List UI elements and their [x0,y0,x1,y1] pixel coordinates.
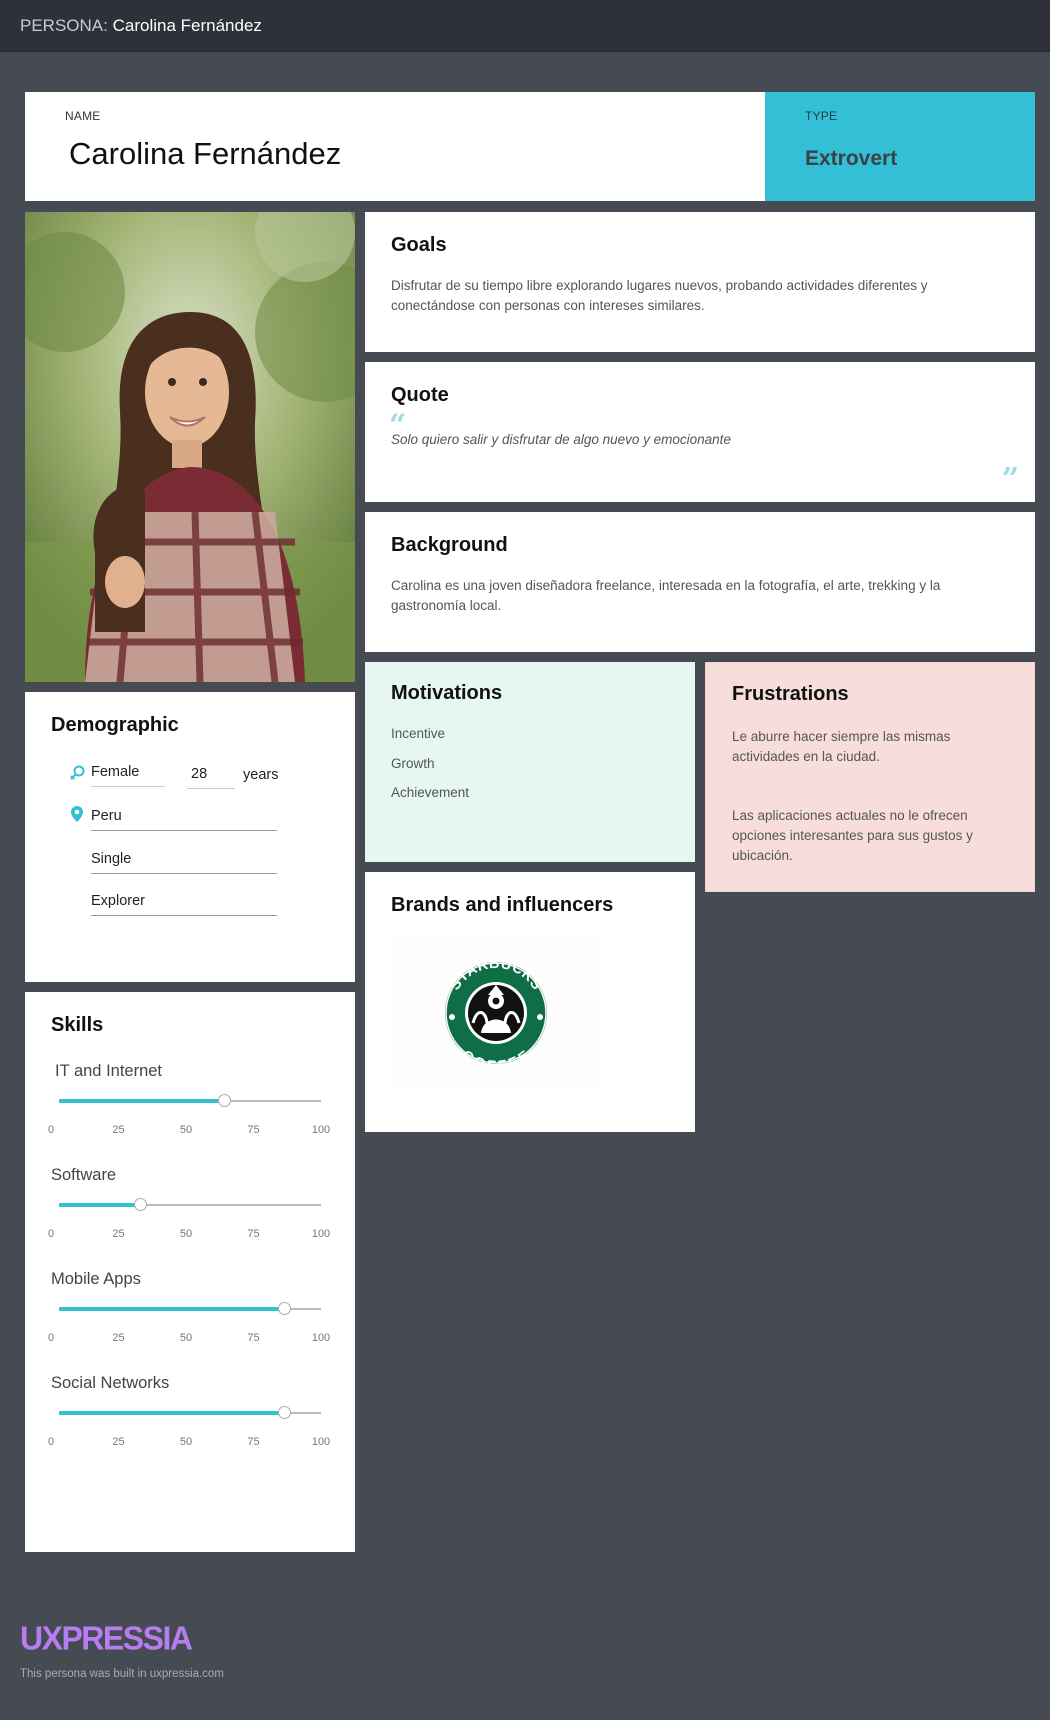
top-bar: PERSONA: Carolina Fernández [0,0,1050,52]
frustration-item[interactable]: Las aplicaciones actuales no le ofrecen … [732,806,1012,866]
tick-label: 25 [112,1332,125,1344]
skill-name: IT and Internet [55,1062,163,1080]
tick-label: 50 [179,1124,193,1136]
tick-label: 50 [179,1332,193,1344]
brands-card: Brands and influencers STARBUCKS COFFEE [365,872,695,1132]
age-unit-label: years [243,767,279,783]
tick-label: 0 [47,1332,55,1344]
slider-fill [59,1099,225,1103]
skill-name: Social Networks [51,1374,170,1392]
background-card: Background Carolina es una joven diseñad… [365,512,1035,652]
motivations-title: Motivations [391,682,503,704]
persona-photo-image [25,212,355,682]
tick-label: 75 [247,1436,260,1448]
starbucks-logo[interactable]: STARBUCKS COFFEE [391,937,601,1087]
persona-title: PERSONA: Carolina Fernández [20,16,262,36]
demographic-card: Demographic Female 28 years Peru Single … [25,692,355,982]
tick-label: 0 [47,1228,55,1240]
background-text[interactable]: Carolina es una joven diseñadora freelan… [391,576,1001,616]
slider-thumb[interactable] [278,1406,292,1419]
name-card: NAME Carolina Fernández [25,92,765,201]
tick-label: 50 [179,1228,193,1240]
quote-text[interactable]: Solo quiero salir y disfrutar de algo nu… [391,432,731,447]
skill-slider[interactable]: IT and Internet 0 25 50 75 100 [25,1062,355,1162]
tick-label: 100 [311,1332,331,1344]
slider-fill [59,1307,285,1311]
slider-thumb[interactable] [218,1094,232,1107]
tick-label: 75 [247,1228,260,1240]
uxpressia-logo[interactable]: UXPRESSIA [20,1619,193,1658]
name-label: NAME [65,109,101,123]
motivation-item[interactable]: Incentive [391,726,469,756]
tick-label: 0 [47,1124,55,1136]
quote-title: Quote [391,384,449,406]
tick-label: 100 [311,1228,331,1240]
type-card: TYPE Extrovert [765,92,1035,201]
slider-thumb[interactable] [278,1302,292,1315]
background-title: Background [391,534,508,556]
demographic-title: Demographic [51,714,179,736]
goals-text[interactable]: Disfrutar de su tiempo libre explorando … [391,276,1001,316]
slider-fill [59,1203,141,1207]
persona-full-name[interactable]: Carolina Fernández [69,136,341,172]
slider-track[interactable] [59,1302,321,1315]
type-value[interactable]: Extrovert [805,147,897,171]
persona-name: Carolina Fernández [112,16,262,35]
slider-track[interactable] [59,1198,321,1211]
skill-slider[interactable]: Software 0 25 50 75 100 [25,1166,355,1266]
tick-label: 100 [311,1124,331,1136]
persona-photo[interactable] [25,212,355,682]
skill-name: Mobile Apps [51,1270,141,1288]
tick-label: 75 [247,1332,260,1344]
motivation-item[interactable]: Growth [391,756,469,786]
close-quote-icon: ” [1001,462,1019,497]
skill-name: Software [51,1166,117,1184]
age-field[interactable]: 28 [187,764,235,789]
skills-title: Skills [51,1014,104,1036]
starbucks-logo-image: STARBUCKS COFFEE [444,956,548,1075]
tick-label: 75 [247,1124,260,1136]
motivations-card: Motivations Incentive Growth Achievement [365,662,695,862]
status-field[interactable]: Single [91,849,277,874]
type-label: TYPE [805,109,838,123]
tick-label: 25 [112,1436,125,1448]
skill-slider[interactable]: Mobile Apps 0 25 50 75 100 [25,1270,355,1370]
footer-text[interactable]: This persona was built in uxpressia.com [20,1668,224,1680]
skills-card: Skills IT and Internet 0 25 50 75 100 Software… [25,992,355,1552]
frustration-item[interactable]: Le aburre hacer siempre las mismas activ… [732,727,1012,767]
tick-label: 100 [311,1436,331,1448]
goals-title: Goals [391,234,447,256]
slider-track[interactable] [59,1406,321,1419]
motivation-item[interactable]: Achievement [391,785,469,815]
frustrations-card: Frustrations Le aburre hacer siempre las… [705,662,1035,892]
quote-card: Quote “ Solo quiero salir y disfrutar de… [365,362,1035,502]
slider-track[interactable] [59,1094,321,1107]
persona-prefix: PERSONA: [20,16,108,35]
skill-slider[interactable]: Social Networks 0 25 50 75 100 [25,1374,355,1474]
female-gender-icon [70,765,85,780]
slider-fill [59,1411,285,1415]
tick-label: 25 [112,1124,125,1136]
frustrations-title: Frustrations [732,683,849,705]
motivations-list: Incentive Growth Achievement [391,726,469,815]
tick-label: 50 [179,1436,193,1448]
tick-label: 0 [47,1436,55,1448]
brands-title: Brands and influencers [391,894,614,916]
slider-thumb[interactable] [134,1198,148,1211]
archetype-field[interactable]: Explorer [91,891,277,916]
tick-label: 25 [112,1228,125,1240]
location-field[interactable]: Peru [91,806,277,831]
goals-card: Goals Disfrutar de su tiempo libre explo… [365,212,1035,352]
gender-field[interactable]: Female [91,762,165,787]
location-pin-icon [71,806,83,822]
